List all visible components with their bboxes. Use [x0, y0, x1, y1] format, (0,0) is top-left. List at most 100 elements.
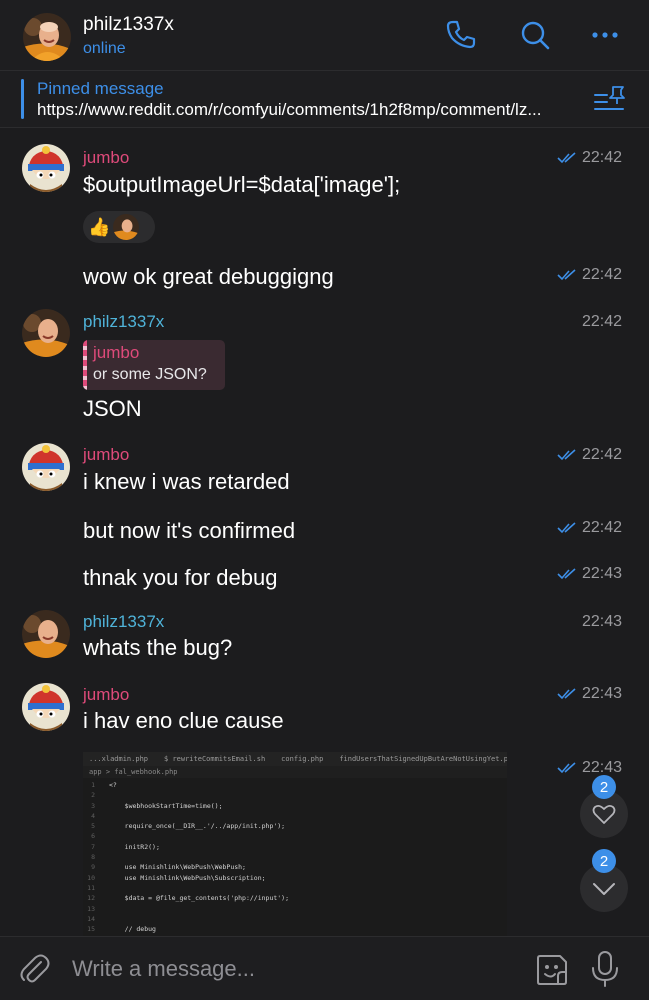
- code-tab: config.php: [281, 755, 324, 763]
- more-icon[interactable]: [588, 18, 622, 52]
- message-text: wow ok great debuggigng: [83, 264, 334, 289]
- contact-name[interactable]: philz1337x: [83, 14, 174, 36]
- code-line: 9 use Minishlink\WebPush\WebPush;: [83, 862, 507, 872]
- search-icon[interactable]: [518, 18, 552, 52]
- reactor-avatar: [113, 214, 140, 240]
- message-time: 22:43: [557, 565, 622, 583]
- code-editor-body: 1 <? 2 3 $webhookStartTime=time(); 4 5 requir…: [83, 778, 507, 934]
- read-check-icon: [557, 522, 576, 534]
- chevron-down-icon: [593, 883, 615, 895]
- code-line-number: 15: [87, 925, 95, 934]
- heart-icon: [592, 804, 616, 824]
- read-check-icon: [557, 152, 576, 164]
- message-input[interactable]: [72, 951, 512, 987]
- code-line-number: 8: [91, 853, 95, 862]
- message-sender[interactable]: jumbo: [83, 148, 129, 168]
- code-line-number: 14: [87, 914, 95, 923]
- message-text: i hav eno clue cause: [83, 708, 284, 733]
- code-line-number: 11: [87, 883, 95, 892]
- code-editor-tabs: ...xladmin.php $ rewriteCommitsEmail.sh co…: [83, 752, 507, 766]
- reply-quote[interactable]: jumbo or some JSON?: [83, 340, 225, 390]
- read-check-icon: [557, 269, 576, 281]
- message-input-bar: [0, 936, 649, 1000]
- code-line: 10 use Minishlink\WebPush\Subscription;: [83, 873, 507, 883]
- read-check-icon: [557, 568, 576, 580]
- message-time-text: 22:42: [581, 519, 622, 536]
- code-line-source: use Minishlink\WebPush\WebPush;: [109, 863, 246, 872]
- message-text: whats the bug?: [83, 635, 233, 660]
- message-time: 22:42: [582, 313, 622, 331]
- message-time-text: 22:43: [581, 613, 622, 630]
- code-line-source: <?: [109, 781, 117, 789]
- reactions-badge: 2: [592, 775, 616, 799]
- code-line-number: 10: [87, 873, 95, 882]
- sticker-icon[interactable]: [534, 952, 570, 988]
- code-line-source: $data = @file_get_contents('php://input'…: [109, 894, 290, 903]
- pinned-text: https://www.reddit.com/r/comfyui/comment…: [37, 100, 542, 119]
- code-line: 5 require_once(__DIR__.'/../app/init.php…: [83, 821, 507, 831]
- code-line-number: 2: [91, 791, 95, 800]
- message-text: $outputImageUrl=$data['image'];: [83, 172, 401, 197]
- code-line: 12 $data = @file_get_contents('php://inp…: [83, 893, 507, 903]
- message-time: 22:43: [557, 759, 622, 777]
- code-line-source: $webhookStartTime=time();: [109, 801, 223, 810]
- code-line-source: use Minishlink\WebPush\Subscription;: [109, 873, 266, 882]
- contact-avatar[interactable]: [23, 13, 71, 61]
- message-text: but now it's confirmed: [83, 518, 296, 543]
- code-line-number: 3: [91, 801, 95, 810]
- code-line: 15 // debug: [83, 924, 507, 934]
- message-sender[interactable]: jumbo: [83, 445, 129, 465]
- jumbo-avatar[interactable]: [22, 144, 70, 192]
- code-line: 11: [83, 883, 507, 893]
- message-time: 22:42: [557, 266, 622, 284]
- microphone-icon[interactable]: [590, 950, 620, 988]
- message-time-text: 22:43: [581, 565, 622, 582]
- reply-indicator: [83, 340, 87, 390]
- code-line-source: initR2();: [109, 842, 160, 851]
- philz-avatar[interactable]: [22, 610, 70, 658]
- message-sender[interactable]: philz1337x: [83, 312, 164, 332]
- message-sender[interactable]: philz1337x: [83, 612, 164, 632]
- jumbo-avatar[interactable]: [22, 683, 70, 731]
- message-time: 22:42: [557, 519, 622, 537]
- message-time-text: 22:42: [581, 313, 622, 330]
- code-line: 6: [83, 831, 507, 841]
- chat-header: philz1337x online: [0, 0, 649, 70]
- code-line-number: 9: [91, 863, 95, 872]
- pinned-message[interactable]: Pinned message https://www.reddit.com/r/…: [0, 70, 649, 128]
- phone-icon[interactable]: [444, 18, 478, 52]
- read-check-icon: [557, 762, 576, 774]
- message-time: 22:42: [557, 446, 622, 464]
- philz-avatar[interactable]: [22, 309, 70, 357]
- jumbo-avatar[interactable]: [22, 443, 70, 491]
- thumbs-up-reaction[interactable]: 👍: [88, 218, 110, 236]
- message-text: JSON: [83, 396, 142, 421]
- read-check-icon: [557, 688, 576, 700]
- code-line: 14: [83, 914, 507, 924]
- contact-status: online: [83, 40, 126, 57]
- code-line-number: 1: [91, 781, 95, 789]
- code-line: 8: [83, 852, 507, 862]
- code-line: 2: [83, 790, 507, 800]
- pinned-indicator: [21, 79, 24, 119]
- unread-badge: 2: [592, 849, 616, 873]
- pin-list-icon[interactable]: [593, 85, 627, 115]
- code-line: 1 <?: [83, 780, 507, 790]
- message-sender[interactable]: jumbo: [83, 685, 129, 705]
- code-line: 13: [83, 904, 507, 914]
- message-time-text: 22:43: [581, 685, 622, 702]
- code-line: 7 initR2();: [83, 842, 507, 852]
- message-time: 22:42: [557, 149, 622, 167]
- code-line-number: 12: [87, 894, 95, 903]
- read-check-icon: [557, 449, 576, 461]
- message-time-text: 22:42: [581, 266, 622, 283]
- message-list[interactable]: jumbo $outputImageUrl=$data['image']; 22…: [0, 129, 649, 936]
- message-time: 22:43: [557, 685, 622, 703]
- message-reactions[interactable]: 👍: [83, 211, 155, 243]
- reply-sender: jumbo: [93, 343, 140, 362]
- message-text: thnak you for debug: [83, 565, 278, 590]
- pinned-title: Pinned message: [37, 79, 164, 98]
- code-line-source: // debug: [109, 925, 156, 934]
- attach-icon[interactable]: [17, 952, 51, 986]
- code-screenshot-image[interactable]: ...xladmin.php $ rewriteCommitsEmail.sh co…: [83, 752, 507, 936]
